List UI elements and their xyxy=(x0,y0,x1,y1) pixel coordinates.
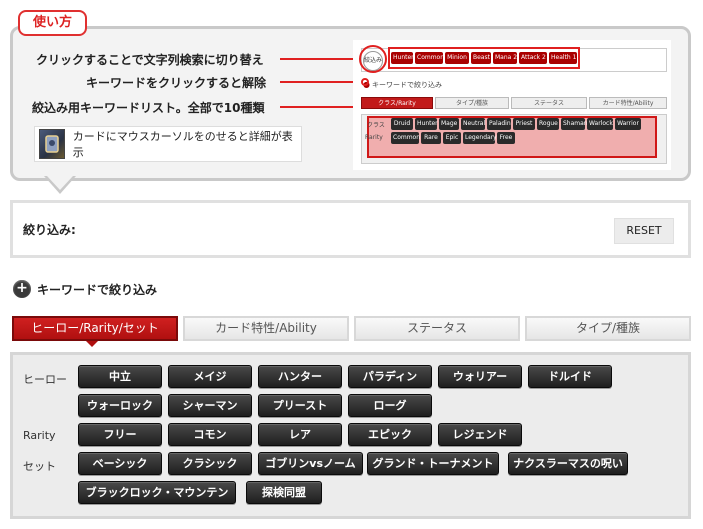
preview-class-chip: Priest xyxy=(513,118,535,130)
keyword-filter-toggle[interactable]: + キーワードで絞り込み xyxy=(13,280,157,298)
preview-class-chip: Druid xyxy=(391,118,413,130)
row-label-rarity: Rarity xyxy=(23,429,56,442)
help-arrow-2 xyxy=(280,78,368,86)
preview-rarity-chip: Rare xyxy=(421,132,441,144)
preview-tab: カード特性/Ability xyxy=(589,97,667,109)
preview-row-label: クラス xyxy=(367,122,385,129)
filter-bar: 絞り込み: RESET xyxy=(10,200,691,258)
preview-highlight-chips xyxy=(388,47,580,69)
preview-class-chip: Mage xyxy=(439,118,459,130)
keyword-button-curse-of-naxxramas[interactable]: ナクスラーマスの呪い xyxy=(508,452,628,475)
keyword-button-goblins-vs-gnomes[interactable]: ゴブリンvsノーム xyxy=(258,452,363,475)
keyword-button-hunter[interactable]: ハンター xyxy=(258,365,342,388)
preview-rarity-chip: Common xyxy=(391,132,420,144)
keyword-button-warlock[interactable]: ウォーロック xyxy=(78,394,162,417)
keyword-button-legendary[interactable]: レジェンド xyxy=(438,423,522,446)
keyword-button-basic[interactable]: ベーシック xyxy=(78,452,162,475)
filter-label: 絞り込み: xyxy=(23,223,76,237)
preview-highlight-label xyxy=(359,45,387,73)
reset-button[interactable]: RESET xyxy=(614,218,674,244)
keyword-button-grand-tournament[interactable]: グランド・トーナメント xyxy=(367,452,499,475)
preview-row-label: Rarity xyxy=(365,134,383,141)
keyword-button-common[interactable]: コモン xyxy=(168,423,252,446)
keyword-button-blackrock-mountain[interactable]: ブラックロック・マウンテン xyxy=(78,481,236,504)
keyword-button-free[interactable]: フリー xyxy=(78,423,162,446)
keyword-button-rogue[interactable]: ローグ xyxy=(348,394,432,417)
row-label-set: セット xyxy=(23,460,56,473)
preview-rarity-chip: Free xyxy=(497,132,515,144)
preview-class-chip: Rogue xyxy=(537,118,559,130)
active-tab-notch xyxy=(86,341,98,347)
help-line-remove: キーワードをクリックすると解除 xyxy=(86,76,267,90)
preview-tab: クラス/Rarity xyxy=(361,97,433,109)
help-preview: 絞込み Hunter Common Minion Beast Mana 2 At… xyxy=(353,40,671,170)
plus-icon: + xyxy=(13,280,31,298)
preview-rarity-chip: Legendary xyxy=(463,132,497,144)
preview-toggle: キーワードで絞り込み xyxy=(363,80,442,90)
help-pointer-inner xyxy=(47,176,73,190)
preview-tab: ステータス xyxy=(511,97,587,109)
help-line-toggle: クリックすることで文字列検索に切り替え xyxy=(36,53,264,67)
help-line-list: 絞込み用キーワードリスト。全部で10種類 xyxy=(32,101,265,115)
keyword-button-mage[interactable]: メイジ xyxy=(168,365,252,388)
preview-class-chip: Paladin xyxy=(487,118,511,130)
preview-class-chip: Hunter xyxy=(415,118,438,130)
keyword-button-shaman[interactable]: シャーマン xyxy=(168,394,252,417)
help-arrow-1 xyxy=(280,55,368,63)
row-label-hero: ヒーロー xyxy=(23,373,67,386)
help-arrow-3 xyxy=(280,103,368,111)
keyword-filter-label: キーワードで絞り込み xyxy=(37,282,158,297)
keyword-button-epic[interactable]: エピック xyxy=(348,423,432,446)
preview-rarity-chip: Epic xyxy=(443,132,461,144)
keyword-button-druid[interactable]: ドルイド xyxy=(528,365,612,388)
preview-class-chip: Warrior xyxy=(615,118,641,130)
preview-class-chip: Warlock xyxy=(587,118,613,130)
keyword-button-classic[interactable]: クラシック xyxy=(168,452,252,475)
keyword-button-neutral[interactable]: 中立 xyxy=(78,365,162,388)
help-card-hint: カードにマウスカーソルをのせると詳細が表示 xyxy=(34,126,302,162)
card-icon xyxy=(39,129,65,159)
card-hint-text: カードにマウスカーソルをのせると詳細が表示 xyxy=(72,130,293,159)
tab-type-tribe[interactable]: タイプ/種族 xyxy=(525,316,691,341)
tab-hero-rarity-set[interactable]: ヒーロー/Rarity/セット xyxy=(12,316,178,341)
keyword-button-priest[interactable]: プリースト xyxy=(258,394,342,417)
preview-tab: タイプ/種族 xyxy=(435,97,509,109)
preview-class-chip: Shaman xyxy=(561,118,588,130)
keyword-button-paladin[interactable]: パラディン xyxy=(348,365,432,388)
keyword-button-league-of-explorers[interactable]: 探検同盟 xyxy=(246,481,322,504)
keyword-button-warrior[interactable]: ウォリアー xyxy=(438,365,522,388)
help-tab: 使い方 xyxy=(18,10,87,36)
preview-class-chip: Neutral xyxy=(461,118,485,130)
preview-highlight-toggle xyxy=(361,78,369,86)
tab-card-ability[interactable]: カード特性/Ability xyxy=(183,316,349,341)
tab-status[interactable]: ステータス xyxy=(354,316,520,341)
keyword-button-rare[interactable]: レア xyxy=(258,423,342,446)
